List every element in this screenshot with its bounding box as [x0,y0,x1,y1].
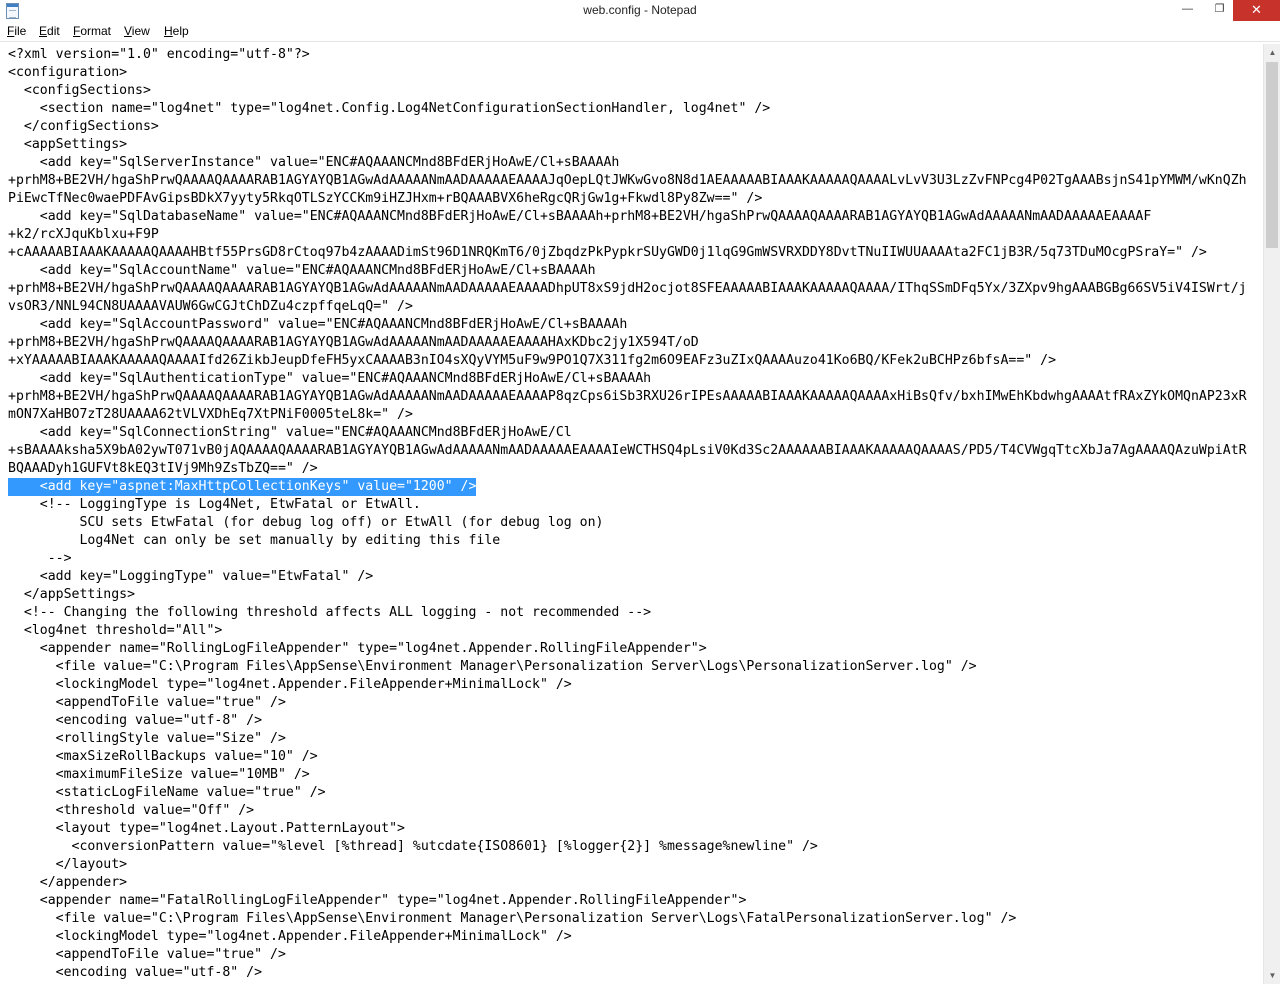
menu-help-label: elp [172,24,189,38]
close-button[interactable]: ✕ [1233,0,1280,21]
text-line[interactable]: <rollingStyle value="Size" /> [8,730,286,748]
text-line[interactable]: <log4net threshold="All"> [8,622,223,640]
text-line[interactable]: <!-- Changing the following threshold af… [8,604,651,622]
text-line[interactable]: vsOR3/NNL94CN8UAAAAVAUW6GwCGJtChDZu4czpf… [8,298,413,316]
text-line[interactable]: +sBAAAAksha5X9bA02ywT071vB0jAQAAAAQAAAAR… [8,442,1247,460]
vertical-scrollbar[interactable]: ▲ ▼ [1263,44,1280,984]
text-line[interactable]: <maxSizeRollBackups value="10" /> [8,748,318,766]
text-line[interactable]: <appendToFile value="true" /> [8,694,286,712]
text-line[interactable]: +k2/rcXJquKblxu+F9P [8,226,159,244]
title-bar[interactable]: web.config - Notepad — ❐ ✕ [0,0,1280,22]
text-line[interactable]: <add key="SqlDatabaseName" value="ENC#AQ… [8,208,1152,226]
text-line[interactable]: <staticLogFileName value="true" /> [8,784,326,802]
text-line[interactable]: <appender name="FatalRollingLogFileAppen… [8,892,747,910]
text-line[interactable]: PiEwcTfNec0waePDFAvGipsBDkX7yyty5RkqOTLS… [8,190,762,208]
text-line[interactable]: <threshold value="Off" /> [8,802,255,820]
text-line[interactable]: <add key="SqlAccountPassword" value="ENC… [8,316,628,334]
text-line[interactable]: <add key="SqlAccountName" value="ENC#AQA… [8,262,596,280]
menu-format[interactable]: Format [73,24,111,38]
text-line[interactable]: BQAAADyh1GUFVt8kEQ3tIVj9Mh9ZsTbZQ==" /> [8,460,318,478]
text-line[interactable]: <add key="aspnet:MaxHttpCollectionKeys" … [8,478,477,496]
text-line[interactable]: <lockingModel type="log4net.Appender.Fil… [8,928,572,946]
menu-view[interactable]: View [124,24,150,38]
minimize-button[interactable]: — [1173,0,1202,21]
text-line[interactable]: <add key="LoggingType" value="EtwFatal" … [8,568,373,586]
text-line[interactable]: +cAAAAABIAAAKAAAAAQAAAAHBtf55PrsGD8rCtoq… [8,244,1207,262]
menu-edit[interactable]: Edit [39,24,60,38]
menu-view-label: iew [131,24,150,38]
text-line[interactable]: </layout> [8,856,127,874]
text-line[interactable]: <add key="SqlAuthenticationType" value="… [8,370,651,388]
text-line[interactable]: mON7XaHBO7zT28UAAAA62tVLVXDhEq7XtPNiF000… [8,406,413,424]
menu-file[interactable]: File [7,24,26,38]
text-line[interactable]: </configSections> [8,118,159,136]
text-line[interactable]: </appender> [8,874,127,892]
text-line[interactable]: Log4Net can only be set manually by edit… [8,532,500,550]
menu-bar: File Edit Format View Help [0,22,1280,42]
text-line[interactable]: <file value="C:\Program Files\AppSense\E… [8,658,977,676]
menu-view-accel: V [124,24,132,38]
text-line[interactable]: <section name="log4net" type="log4net.Co… [8,100,770,118]
menu-help[interactable]: Help [164,24,189,38]
text-line[interactable]: <file value="C:\Program Files\AppSense\E… [8,910,1017,928]
text-line[interactable]: --> [8,550,72,568]
text-line[interactable]: <appendToFile value="true" /> [8,946,286,964]
scroll-up-arrow-icon[interactable]: ▲ [1264,44,1280,61]
text-line[interactable]: <layout type="log4net.Layout.PatternLayo… [8,820,405,838]
menu-edit-accel: E [39,24,48,38]
menu-help-accel: H [164,24,173,38]
text-line[interactable]: <add key="SqlServerInstance" value="ENC#… [8,154,620,172]
text-line[interactable]: <?xml version="1.0" encoding="utf-8"?> [8,46,310,64]
text-line[interactable]: +prhM8+BE2VH/hgaShPrwQAAAAQAAAARAB1AGYAY… [8,334,699,352]
text-line[interactable]: +prhM8+BE2VH/hgaShPrwQAAAAQAAAARAB1AGYAY… [8,280,1247,298]
scroll-thumb[interactable] [1266,62,1278,248]
text-line[interactable]: +xYAAAAABIAAAKAAAAAQAAAAIfd26ZikbJeupDfe… [8,352,1056,370]
window-title: web.config - Notepad [583,3,697,17]
text-line[interactable]: <encoding value="utf-8" /> [8,964,262,982]
text-line[interactable]: <lockingModel type="log4net.Appender.Fil… [8,676,572,694]
text-line[interactable]: <maximumFileSize value="10MB" /> [8,766,310,784]
text-line[interactable]: <!-- LoggingType is Log4Net, EtwFatal or… [8,496,421,514]
text-line[interactable]: </appSettings> [8,586,135,604]
text-line[interactable]: <appSettings> [8,136,127,154]
menu-format-label: ormat [80,24,112,38]
text-editor-area[interactable]: <?xml version="1.0" encoding="utf-8"?> <c… [0,44,1263,984]
menu-file-label: ile [14,24,27,38]
text-line[interactable]: <appender name="RollingLogFileAppender" … [8,640,707,658]
text-line[interactable]: <conversionPattern value="%level [%threa… [8,838,818,856]
text-line[interactable]: <encoding value="utf-8" /> [8,712,262,730]
text-line[interactable]: <add key="SqlConnectionString" value="EN… [8,424,572,442]
text-line[interactable]: SCU sets EtwFatal (for debug log off) or… [8,514,603,532]
text-line[interactable]: <configSections> [8,82,151,100]
menu-edit-label: dit [47,24,60,38]
text-line[interactable]: +prhM8+BE2VH/hgaShPrwQAAAAQAAAARAB1AGYAY… [8,388,1247,406]
text-line[interactable]: +prhM8+BE2VH/hgaShPrwQAAAAQAAAARAB1AGYAY… [8,172,1247,190]
scroll-down-arrow-icon[interactable]: ▼ [1264,967,1280,984]
text-line[interactable]: <configuration> [8,64,127,82]
restore-button[interactable]: ❐ [1205,0,1234,21]
